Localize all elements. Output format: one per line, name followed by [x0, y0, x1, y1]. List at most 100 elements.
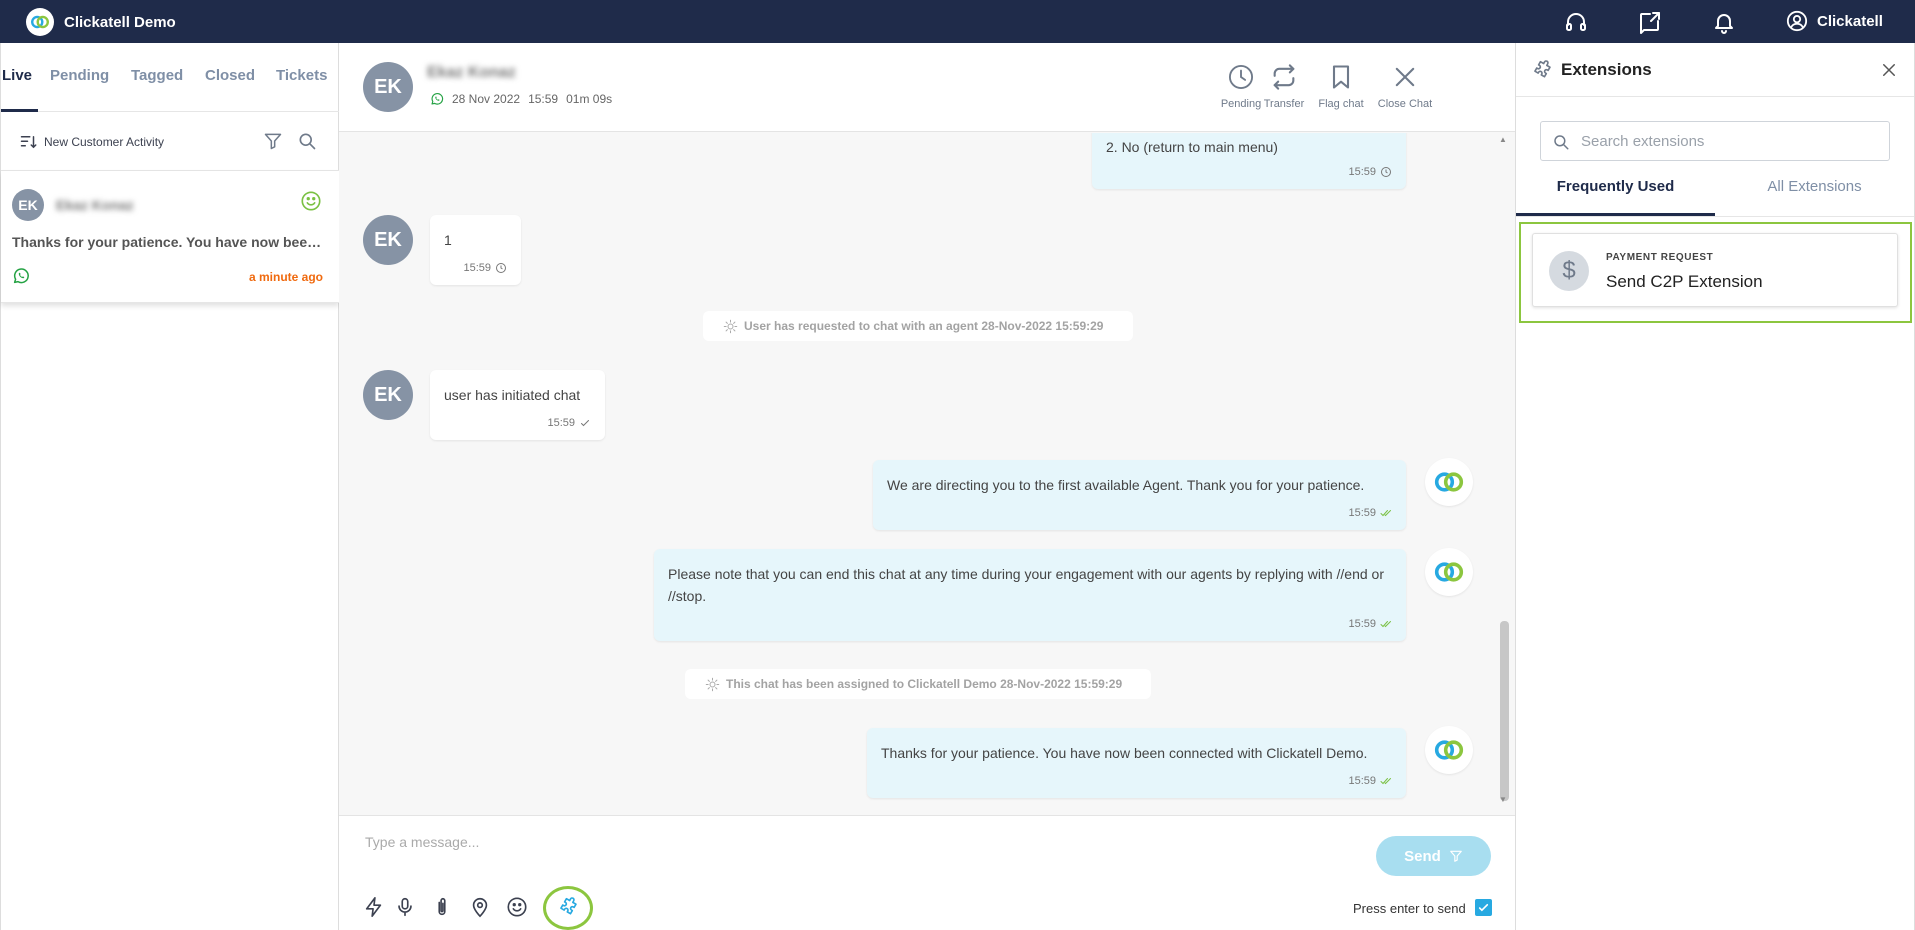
transfer-label: Transfer: [1263, 98, 1305, 110]
brand[interactable]: Clickatell Demo: [26, 8, 176, 36]
scroll-down-icon[interactable]: ▼: [1499, 795, 1507, 804]
transfer-icon: [1273, 64, 1295, 90]
microphone-icon[interactable]: [394, 896, 416, 918]
top-bar: Clickatell Demo Clickatell: [0, 0, 1915, 43]
paperclip-icon[interactable]: [431, 896, 453, 918]
puzzle-extension-icon[interactable]: [557, 896, 579, 918]
tab-all-extensions[interactable]: All Extensions: [1715, 178, 1914, 195]
system-message: This chat has been assigned to Clickatel…: [685, 669, 1151, 699]
double-check-icon: [1380, 621, 1391, 628]
clock-icon: [496, 263, 506, 273]
bot-avatar: [1425, 458, 1473, 506]
chat-area: EK Ekaz Konaz 28 Nov 2022 15:59 01m 09s …: [339, 43, 1515, 930]
extensions-title: Extensions: [1561, 60, 1652, 79]
system-message: User has requested to chat with an agent…: [703, 311, 1133, 341]
sun-icon: [705, 677, 720, 691]
puzzle-icon: [1534, 60, 1551, 78]
flag-chat-label: Flag chat: [1318, 98, 1364, 110]
sort-dropdown[interactable]: New Customer Activity: [20, 134, 164, 150]
filter-icon[interactable]: [263, 131, 283, 151]
message-time: 15:59: [547, 417, 575, 429]
check-icon: [581, 420, 589, 427]
clock-icon: [1228, 64, 1254, 90]
message-text: Please note that you can end this chat a…: [668, 566, 1384, 604]
avatar: EK: [12, 189, 44, 221]
message-text: We are directing you to the first availa…: [887, 477, 1365, 493]
headset-icon[interactable]: [1564, 10, 1588, 34]
tab-pending[interactable]: Pending: [50, 67, 109, 84]
message-list: 2. No (return to main menu) 15:59 EK 1 1…: [339, 133, 1515, 810]
contact-name: Ekaz Konaz: [427, 64, 516, 81]
whatsapp-icon: [431, 93, 444, 105]
tab-live[interactable]: Live: [2, 67, 32, 84]
chat-meta: 28 Nov 2022 15:59 01m 09s: [430, 92, 620, 106]
enter-to-send-checkbox[interactable]: [1475, 899, 1492, 916]
message-time: 15:59: [1348, 775, 1376, 787]
clickatell-logo-icon: [26, 8, 54, 36]
search-icon[interactable]: [297, 131, 317, 151]
bell-icon[interactable]: [1712, 10, 1736, 34]
message-input[interactable]: [365, 834, 1145, 850]
account-name: Clickatell: [1817, 12, 1883, 30]
scroll-thumb[interactable]: [1500, 621, 1509, 801]
enter-to-send-label: Press enter to send: [1353, 901, 1466, 916]
tab-tickets[interactable]: Tickets: [276, 67, 327, 84]
lightning-icon[interactable]: [363, 896, 385, 918]
message-time: 15:59: [1348, 166, 1376, 178]
extension-category: PAYMENT REQUEST: [1606, 252, 1714, 263]
sort-icon: [20, 136, 37, 149]
close-icon: [1395, 67, 1415, 87]
close-chat-label: Close Chat: [1377, 98, 1433, 110]
tab-tagged[interactable]: Tagged: [131, 67, 183, 84]
bookmark-icon: [1332, 65, 1350, 89]
message-scrollbar[interactable]: ▲ ▼: [1496, 133, 1510, 810]
close-chat-button[interactable]: Close Chat: [1373, 63, 1437, 110]
extensions-panel: Extensions Frequently Used All Extension…: [1515, 43, 1915, 930]
contact-avatar: EK: [363, 370, 413, 420]
message-bubble: Thanks for your patience. You have now b…: [867, 728, 1406, 798]
clickatell-logo-icon: [1434, 472, 1464, 492]
conversation-tabs: Live Pending Tagged Closed Tickets: [1, 43, 339, 112]
clickatell-logo-icon: [1434, 562, 1464, 582]
message-meta: 15:59: [1348, 618, 1392, 630]
transfer-button[interactable]: Transfer: [1252, 63, 1316, 110]
emoji-icon[interactable]: [506, 896, 528, 918]
message-text: user has initiated chat: [444, 387, 581, 403]
extensions-tabs: Frequently Used All Extensions: [1516, 178, 1914, 217]
filter-row: New Customer Activity: [1, 112, 339, 171]
tab-closed[interactable]: Closed: [205, 67, 255, 84]
double-check-icon: [1380, 510, 1391, 517]
chat-time: 15:59: [528, 92, 559, 106]
bot-avatar: [1425, 726, 1473, 774]
system-message-text: User has requested to chat with an agent…: [744, 319, 1104, 333]
dollar-icon: $: [1549, 251, 1589, 291]
active-tab-indicator: [1516, 213, 1715, 216]
sun-icon: [723, 319, 738, 333]
account-menu[interactable]: Clickatell: [1786, 10, 1883, 32]
extension-name: Send C2P Extension: [1606, 272, 1763, 291]
conversation-list-panel: Live Pending Tagged Closed Tickets New C…: [0, 43, 339, 930]
extension-card[interactable]: $ PAYMENT REQUEST Send C2P Extension: [1532, 233, 1898, 307]
message-bubble: user has initiated chat 15:59: [430, 370, 605, 440]
send-filter-icon: [1450, 850, 1462, 862]
message-text: 1: [444, 232, 452, 248]
send-button[interactable]: Send: [1376, 836, 1491, 876]
app-name: Clickatell Demo: [64, 13, 176, 31]
conversation-item[interactable]: EK Ekaz Konaz Thanks for your patience. …: [1, 171, 339, 303]
scroll-up-icon[interactable]: ▲: [1499, 135, 1507, 144]
close-icon[interactable]: [1880, 61, 1898, 79]
location-pin-icon[interactable]: [469, 896, 491, 918]
send-label: Send: [1404, 847, 1441, 865]
search-icon: [1554, 135, 1569, 150]
message-bubble: 1 15:59: [430, 215, 521, 285]
clock-icon: [1381, 167, 1391, 177]
share-message-icon[interactable]: [1638, 10, 1662, 34]
smile-icon: [301, 191, 321, 211]
message-time: 15:59: [1348, 507, 1376, 519]
extensions-search-input[interactable]: [1581, 130, 1881, 152]
system-message-text: This chat has been assigned to Clickatel…: [726, 677, 1123, 691]
extensions-header: Extensions: [1516, 43, 1914, 97]
chat-date: 28 Nov 2022: [452, 92, 521, 106]
tab-frequently-used[interactable]: Frequently Used: [1516, 178, 1715, 195]
flag-chat-button[interactable]: Flag chat: [1309, 63, 1373, 110]
